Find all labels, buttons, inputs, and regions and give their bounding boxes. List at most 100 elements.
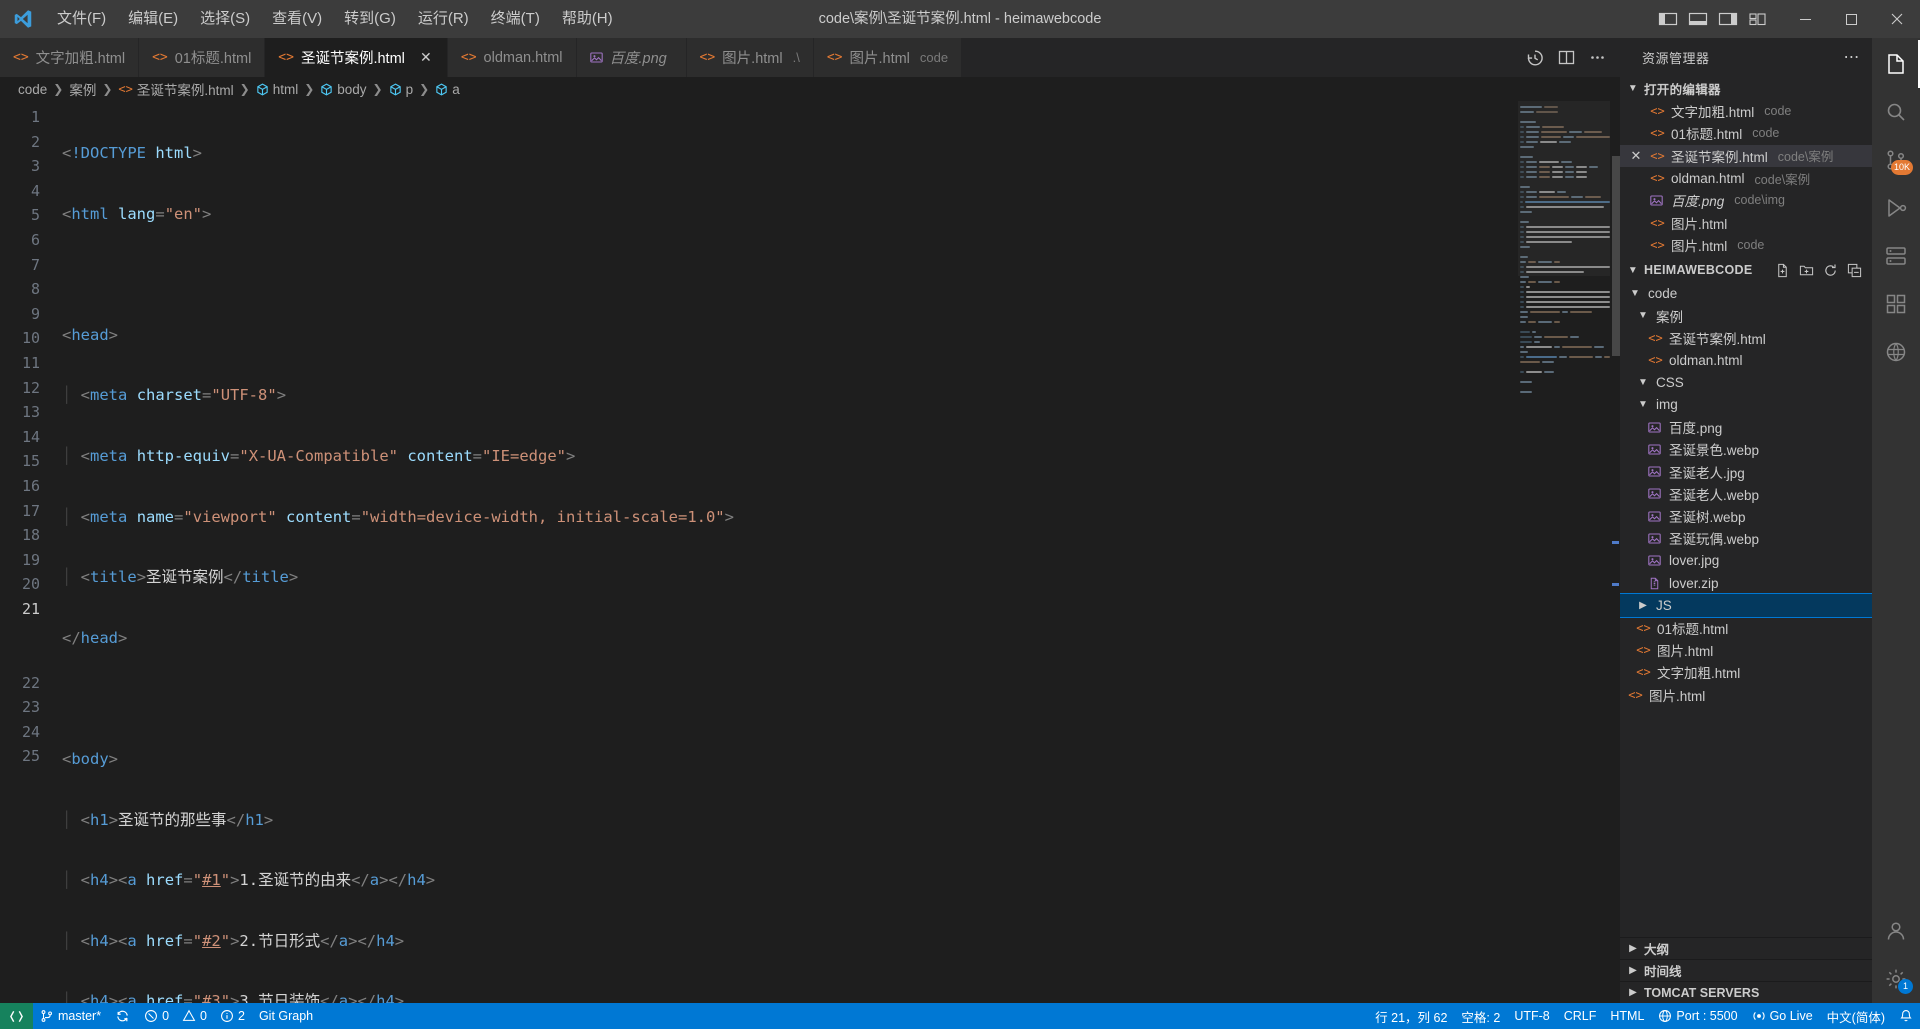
activity-remote-explorer[interactable] <box>1872 232 1920 280</box>
tree-file-oldman[interactable]: <> oldman.html <box>1620 349 1872 371</box>
customize-layout-icon[interactable] <box>1748 11 1768 27</box>
tree-file-tupian[interactable]: <> 图片.html <box>1620 639 1872 661</box>
close-button[interactable] <box>1874 0 1920 38</box>
git-graph-button[interactable]: Git Graph <box>252 1003 320 1029</box>
maximize-button[interactable] <box>1828 0 1874 38</box>
cursor-position[interactable]: 行 21，列 62 <box>1368 1003 1454 1029</box>
tree-file-shengdanshu[interactable]: 圣诞树.webp <box>1620 505 1872 527</box>
git-branch-status[interactable]: master* <box>33 1003 108 1029</box>
tree-folder-anli[interactable]: ▼ 案例 <box>1620 304 1872 326</box>
menu-run[interactable]: 运行(R) <box>407 0 480 38</box>
remote-window-indicator[interactable] <box>0 1003 33 1029</box>
menu-help[interactable]: 帮助(H) <box>551 0 624 38</box>
open-editor-item[interactable]: <> 01标题.html code <box>1620 122 1872 144</box>
tree-file-tupian-root[interactable]: <> 图片.html <box>1620 683 1872 705</box>
tree-file-shengdanjingse[interactable]: 圣诞景色.webp <box>1620 438 1872 460</box>
menu-file[interactable]: 文件(F) <box>46 0 117 38</box>
file-name: 圣诞老人.jpg <box>1669 465 1745 481</box>
encoding-setting[interactable]: UTF-8 <box>1507 1003 1556 1029</box>
activity-settings[interactable]: 1 <box>1872 955 1920 1003</box>
tab-tupian-dot[interactable]: <> 图片.html .\ <box>686 38 814 77</box>
section-open-editors[interactable]: ▼ 打开的编辑器 <box>1620 76 1872 100</box>
editor-vertical-scrollbar[interactable] <box>1610 101 1620 1003</box>
breadcrumb-code[interactable]: code <box>18 82 47 97</box>
notification-bell-icon[interactable] <box>1892 1003 1920 1029</box>
tree-file-shengdanjie[interactable]: <> 圣诞节案例.html <box>1620 327 1872 349</box>
open-editor-item[interactable]: <> 文字加粗.html code <box>1620 100 1872 122</box>
code-editor[interactable]: 1 2 3 4 5 6 7 8 9 10 11 12 13 14 15 16 1 <box>0 101 1620 1003</box>
activity-source-control[interactable]: 10K <box>1872 136 1920 184</box>
breadcrumb-file[interactable]: <> 圣诞节案例.html <box>118 79 233 99</box>
git-sync-status[interactable] <box>108 1003 137 1029</box>
live-server-port[interactable]: Port : 5500 <box>1651 1003 1744 1029</box>
indentation-setting[interactable]: 空格: 2 <box>1454 1003 1507 1029</box>
tree-file-shengdanlaoren-jpg[interactable]: 圣诞老人.jpg <box>1620 460 1872 482</box>
activity-run-debug[interactable] <box>1872 184 1920 232</box>
tree-file-shengdanwanou[interactable]: 圣诞玩偶.webp <box>1620 527 1872 549</box>
tree-file-wenzijiacu[interactable]: <> 文字加粗.html <box>1620 661 1872 683</box>
section-outline[interactable]: ▶ 大纲 <box>1620 937 1872 959</box>
toggle-secondary-sidebar-icon[interactable] <box>1718 11 1738 27</box>
breadcrumb-symbol-a[interactable]: a <box>435 82 460 97</box>
editor-scrollbar-thumb[interactable] <box>1612 156 1620 356</box>
eol-setting[interactable]: CRLF <box>1557 1003 1604 1029</box>
tab-oldman[interactable]: <> oldman.html <box>447 38 577 77</box>
language-mode[interactable]: HTML <box>1603 1003 1651 1029</box>
tab-close-icon[interactable]: ✕ <box>418 49 434 66</box>
minimap-slider[interactable] <box>1518 101 1610 276</box>
section-tomcat-servers[interactable]: ▶ TOMCAT SERVERS <box>1620 981 1872 1003</box>
menu-view[interactable]: 查看(V) <box>261 0 333 38</box>
toggle-panel-icon[interactable] <box>1688 11 1708 27</box>
tab-01biaoti[interactable]: <> 01标题.html <box>139 38 266 77</box>
activity-explorer[interactable] <box>1872 40 1920 88</box>
tab-tupian-code[interactable]: <> 图片.html code <box>813 38 963 77</box>
tree-file-baidu-png[interactable]: 百度.png <box>1620 416 1872 438</box>
tab-baidu-png[interactable]: 百度.png <box>576 38 687 77</box>
tree-folder-code[interactable]: ▼ code <box>1620 282 1872 304</box>
open-editor-item[interactable]: 百度.png code\img <box>1620 189 1872 211</box>
menu-selection[interactable]: 选择(S) <box>189 0 261 38</box>
go-live-button[interactable]: Go Live <box>1745 1003 1820 1029</box>
split-editor-icon[interactable] <box>1558 49 1575 66</box>
close-icon[interactable]: ✕ <box>1628 148 1644 164</box>
refresh-icon[interactable] <box>1823 263 1838 278</box>
tree-folder-css[interactable]: ▼ CSS <box>1620 371 1872 393</box>
sidebar-more-actions-icon[interactable]: ⋯ <box>1844 47 1861 67</box>
activity-search[interactable] <box>1872 88 1920 136</box>
ime-language[interactable]: 中文(简体) <box>1820 1003 1892 1029</box>
problems-status[interactable]: 0 0 2 <box>137 1003 252 1029</box>
section-timeline[interactable]: ▶ 时间线 <box>1620 959 1872 981</box>
tree-folder-img[interactable]: ▼ img <box>1620 394 1872 416</box>
collapse-all-icon[interactable] <box>1847 263 1862 278</box>
menu-edit[interactable]: 编辑(E) <box>117 0 189 38</box>
breadcrumb-symbol-body[interactable]: body <box>320 82 367 97</box>
breadcrumb-symbol-p[interactable]: p <box>389 82 413 97</box>
menu-terminal[interactable]: 终端(T) <box>480 0 551 38</box>
activity-tomcat[interactable] <box>1872 328 1920 376</box>
activity-extensions[interactable] <box>1872 280 1920 328</box>
new-file-icon[interactable] <box>1775 263 1790 278</box>
tree-file-lover-jpg[interactable]: lover.jpg <box>1620 550 1872 572</box>
minimap[interactable] <box>1518 101 1610 1003</box>
minimize-button[interactable] <box>1782 0 1828 38</box>
open-editor-item-active[interactable]: ✕ <> 圣诞节案例.html code\案例 <box>1620 144 1872 167</box>
breadcrumb-anli[interactable]: 案例 <box>69 79 96 99</box>
open-editor-item[interactable]: <> 图片.html <box>1620 211 1872 233</box>
toggle-primary-sidebar-icon[interactable] <box>1658 11 1678 27</box>
editor-more-actions-icon[interactable] <box>1589 49 1606 66</box>
open-editor-item[interactable]: <> 图片.html code <box>1620 234 1872 256</box>
tree-file-01biaoti[interactable]: <> 01标题.html <box>1620 617 1872 639</box>
tree-file-shengdanlaoren-webp[interactable]: 圣诞老人.webp <box>1620 483 1872 505</box>
tree-file-lover-zip[interactable]: lover.zip <box>1620 572 1872 594</box>
new-folder-icon[interactable] <box>1799 263 1814 278</box>
section-workspace[interactable]: ▼ HEIMAWEBCODE <box>1620 258 1872 282</box>
activity-account[interactable] <box>1872 907 1920 955</box>
tab-shengdanjieanli[interactable]: <> 圣诞节案例.html ✕ <box>265 38 448 77</box>
menu-go[interactable]: 转到(G) <box>333 0 407 38</box>
code-lines[interactable]: <!DOCTYPE html> <html lang="en"> <head> … <box>62 101 1620 1003</box>
breadcrumb-symbol-html[interactable]: html <box>256 82 298 97</box>
timeline-history-icon[interactable] <box>1526 49 1544 67</box>
tab-wenzijiacu[interactable]: <> 文字加粗.html <box>0 38 140 77</box>
open-editor-item[interactable]: <> oldman.html code\案例 <box>1620 167 1872 189</box>
tree-folder-js[interactable]: ▶ JS <box>1620 593 1872 618</box>
